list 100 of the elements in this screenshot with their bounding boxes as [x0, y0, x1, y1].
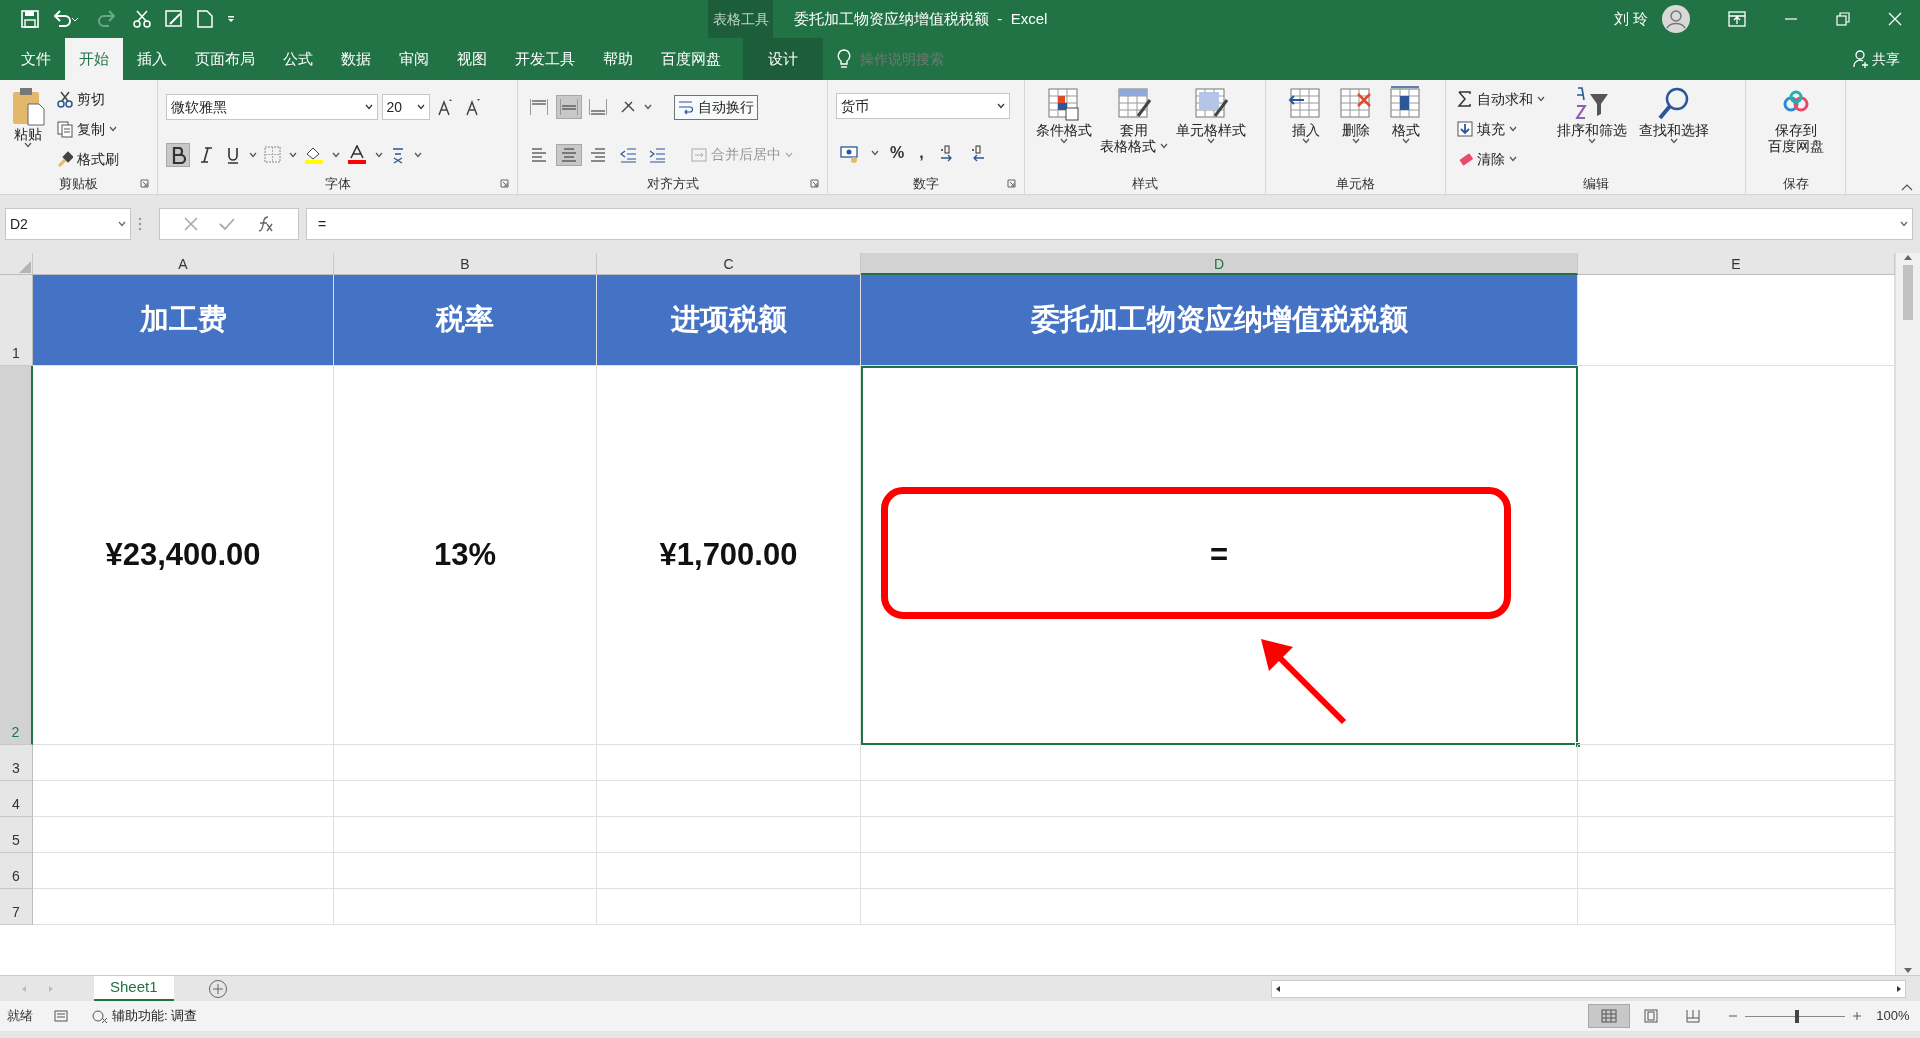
ribbon-tab[interactable]: 插入: [123, 38, 181, 80]
horizontal-scrollbar[interactable]: [1271, 979, 1906, 998]
accessibility-icon: [92, 1009, 108, 1023]
collapse-ribbon-icon[interactable]: [1901, 182, 1913, 191]
ribbon-button[interactable]: 查找和选择: [1636, 84, 1712, 174]
row-header[interactable]: 1: [0, 275, 33, 366]
vertical-scrollbar[interactable]: [1895, 253, 1920, 975]
row-header[interactable]: 5: [0, 817, 33, 853]
column-header[interactable]: C: [597, 253, 861, 275]
scissors-icon[interactable]: [133, 10, 151, 28]
zoom-in-icon[interactable]: [1852, 1011, 1863, 1021]
name-box[interactable]: D2: [5, 208, 131, 240]
table-cell: 税率: [334, 275, 597, 366]
ribbon-tab[interactable]: 开发工具: [501, 38, 589, 80]
sheet-tab[interactable]: Sheet1: [94, 976, 174, 1001]
dialog-launcher-icon[interactable]: [500, 179, 509, 188]
row-header[interactable]: 6: [0, 853, 33, 889]
ribbon-button[interactable]: 清除: [1454, 147, 1548, 171]
group-label: 对齐方式: [646, 176, 699, 191]
save-as-icon[interactable]: [165, 10, 183, 28]
restore-icon[interactable]: [1836, 12, 1850, 26]
close-icon[interactable]: [1888, 12, 1902, 26]
ribbon-tab[interactable]: 帮助: [589, 38, 647, 80]
ribbon-display-icon[interactable]: [1728, 11, 1746, 27]
ribbon-button[interactable]: 条件格式: [1033, 84, 1095, 174]
row-header[interactable]: 7: [0, 889, 33, 925]
save-icon[interactable]: [21, 10, 39, 28]
dialog-launcher-icon[interactable]: [1007, 179, 1016, 188]
undo-icon[interactable]: [53, 10, 79, 28]
add-sheet-icon[interactable]: [207, 978, 228, 999]
align-top-icon: [530, 98, 548, 117]
sort-filter-icon: [1574, 86, 1610, 122]
font-name-field[interactable]: 微软雅黑: [166, 94, 378, 121]
number-format-button[interactable]: ,: [915, 138, 928, 169]
bold-button[interactable]: [166, 142, 190, 167]
scroll-thumb[interactable]: [1903, 265, 1913, 320]
column-header[interactable]: A: [33, 253, 334, 275]
ribbon-tab[interactable]: 视图: [443, 38, 501, 80]
zoom-level[interactable]: 100%: [1876, 1006, 1910, 1026]
column-header[interactable]: B: [334, 253, 597, 275]
dialog-launcher-icon[interactable]: [810, 179, 819, 188]
macro-record-icon[interactable]: [54, 1010, 68, 1022]
ribbon-tab[interactable]: 审阅: [385, 38, 443, 80]
share-button[interactable]: 共享: [1846, 38, 1906, 80]
increase-font-icon: [437, 98, 453, 116]
scissors-icon: [57, 90, 73, 108]
align-middle-icon: [559, 98, 578, 117]
ribbon-button[interactable]: 填充: [1454, 117, 1548, 141]
tell-me-field[interactable]: 操作说明搜索: [858, 47, 988, 71]
ribbon-button[interactable]: 插入: [1284, 84, 1327, 174]
scroll-left-icon[interactable]: [1275, 984, 1281, 993]
row-header[interactable]: 2: [0, 366, 33, 745]
customize-icon[interactable]: [227, 15, 235, 23]
row-header[interactable]: 4: [0, 781, 33, 817]
number-format-field[interactable]: 货币: [836, 93, 1010, 120]
align-center-button[interactable]: [555, 143, 582, 166]
zoom-slider-thumb[interactable]: [1795, 1009, 1800, 1023]
ribbon-button[interactable]: 单元格样式: [1172, 84, 1249, 174]
new-document-icon[interactable]: [197, 10, 213, 28]
normal-view-button[interactable]: [1588, 1004, 1631, 1028]
column-header[interactable]: E: [1578, 253, 1895, 275]
ribbon-tab[interactable]: 开始: [65, 38, 123, 80]
ribbon-button[interactable]: 格式: [1384, 84, 1427, 174]
caret-icon: [1670, 138, 1678, 145]
align-middle-button[interactable]: [555, 95, 582, 120]
ribbon-button[interactable]: 保存到 百度网盘: [1764, 84, 1827, 174]
caret-icon: [1509, 156, 1517, 162]
paste-button[interactable]: 粘贴: [8, 84, 48, 174]
brush-icon: [57, 150, 73, 168]
copy-icon: [57, 120, 73, 138]
ribbon-button[interactable]: 剪切: [54, 87, 122, 111]
grip-icon: [138, 217, 142, 231]
column-header[interactable]: D: [861, 253, 1578, 275]
fill-handle[interactable]: [1575, 742, 1581, 748]
row-header[interactable]: 3: [0, 745, 33, 781]
ribbon-tab[interactable]: 文件: [7, 38, 65, 80]
formula-field[interactable]: =: [306, 208, 1913, 240]
accessibility-button[interactable]: 辅助功能: 调查: [89, 1005, 201, 1027]
ribbon-button[interactable]: 自动求和: [1454, 87, 1548, 111]
number-format-button[interactable]: %: [886, 138, 909, 169]
ribbon-tab[interactable]: 数据: [327, 38, 385, 80]
avatar-icon[interactable]: [1662, 5, 1690, 33]
dialog-launcher-icon[interactable]: [140, 179, 149, 188]
ribbon-tab[interactable]: 页面布局: [181, 38, 269, 80]
ribbon-button[interactable]: 套用 表格格式: [1097, 84, 1171, 174]
font-size-field[interactable]: 20: [381, 94, 430, 121]
ribbon-tab[interactable]: 设计: [743, 38, 823, 80]
ribbon-button[interactable]: 复制: [54, 117, 122, 141]
group-label: 字体: [324, 176, 351, 191]
ribbon-button[interactable]: 删除: [1334, 84, 1377, 174]
function-icon[interactable]: [256, 216, 274, 232]
wrap-text-button[interactable]: 自动换行: [673, 94, 758, 120]
ribbon-tab[interactable]: 百度网盘: [647, 38, 735, 80]
ribbon-button[interactable]: 排序和筛选: [1554, 84, 1630, 174]
ribbon-tab[interactable]: 公式: [269, 38, 327, 80]
phonetic-icon: [390, 145, 406, 164]
decrease-decimal-icon: [969, 144, 986, 163]
fill-down-icon: [1457, 121, 1473, 137]
ribbon-button[interactable]: 格式刷: [54, 147, 122, 171]
scroll-right-icon[interactable]: [1896, 984, 1902, 993]
